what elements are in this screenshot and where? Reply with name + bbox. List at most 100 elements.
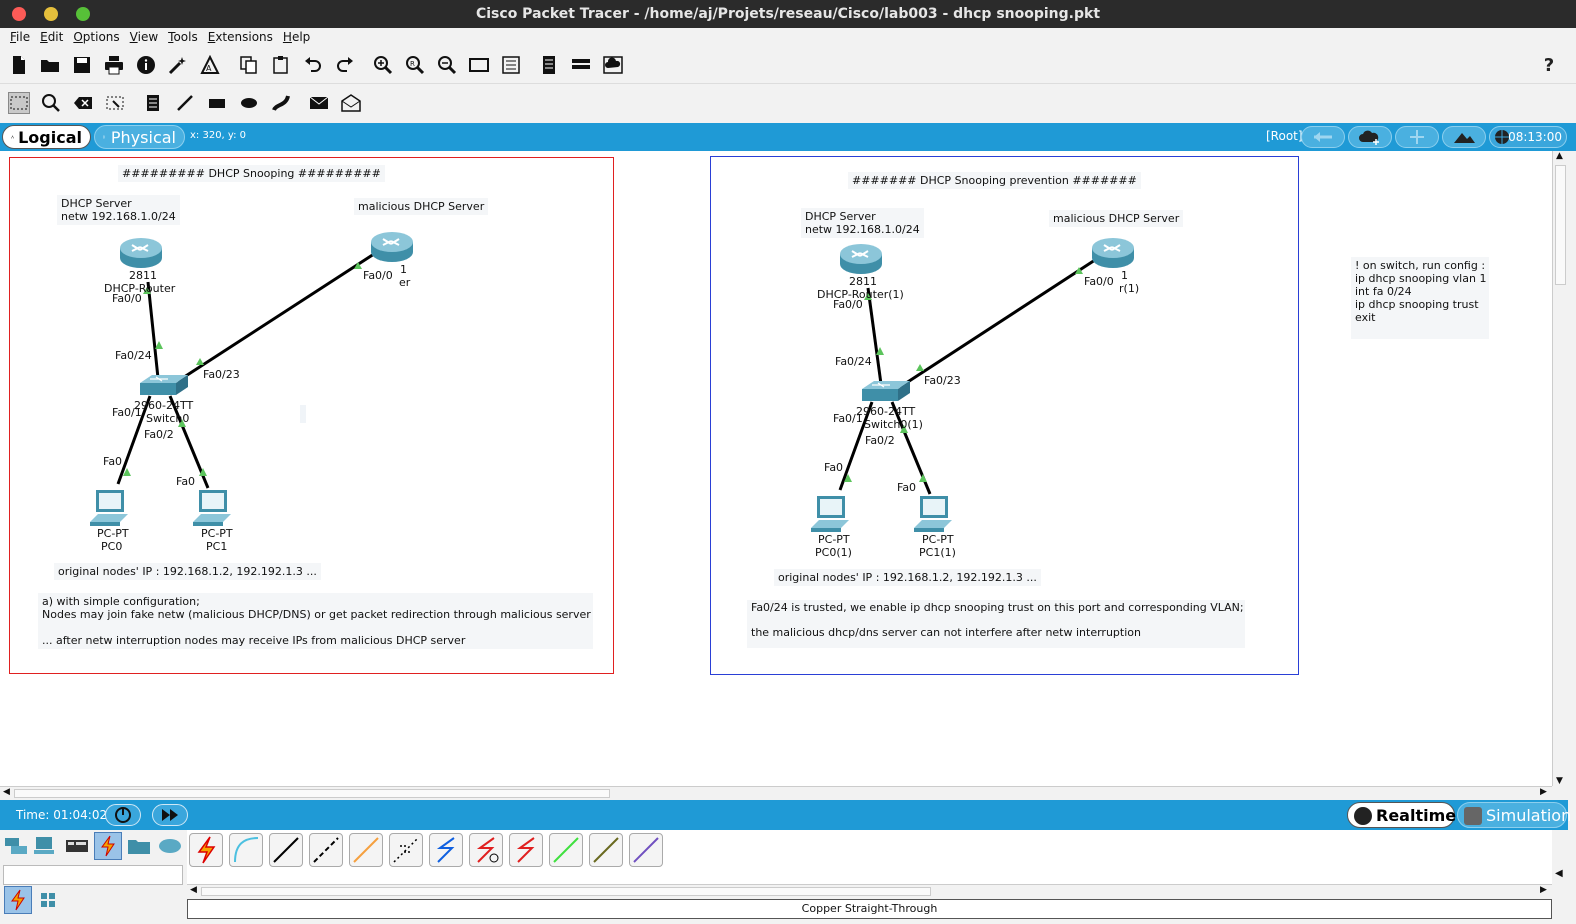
scroll-right-icon[interactable]: ▶ bbox=[1540, 885, 1547, 895]
move-object-button[interactable] bbox=[1395, 126, 1439, 148]
custom-devices-dialog-icon[interactable] bbox=[500, 54, 522, 76]
new-cluster-button[interactable] bbox=[1348, 126, 1392, 148]
coaxial-cable-icon[interactable] bbox=[429, 833, 463, 867]
logical-workspace[interactable]: ######### DHCP Snooping ######### DHCP S… bbox=[0, 151, 1552, 786]
router-icon[interactable] bbox=[838, 242, 884, 279]
redo-icon[interactable] bbox=[334, 54, 356, 76]
paste-icon[interactable] bbox=[270, 54, 292, 76]
miscellaneous-icon[interactable] bbox=[125, 832, 153, 860]
undo-icon[interactable] bbox=[302, 54, 324, 76]
menu-extensions[interactable]: Extensions bbox=[203, 28, 278, 46]
viewport-clock[interactable]: 08:13:00 bbox=[1489, 126, 1567, 148]
device-search-field[interactable] bbox=[3, 865, 183, 885]
panel-collapse-icon[interactable]: ◀ bbox=[1555, 868, 1563, 879]
place-note-icon[interactable] bbox=[142, 92, 164, 114]
fiber-icon[interactable] bbox=[349, 833, 383, 867]
octal-cable-icon[interactable] bbox=[549, 833, 583, 867]
copper-cross-over-icon[interactable] bbox=[309, 833, 343, 867]
menu-options[interactable]: Options bbox=[68, 28, 124, 46]
scroll-up-icon[interactable]: ▲ bbox=[1556, 151, 1563, 161]
scrollbar-thumb[interactable] bbox=[14, 789, 610, 798]
activity-wizard-icon[interactable] bbox=[167, 54, 189, 76]
cable-list-scrollbar[interactable]: ◀ ▶ bbox=[187, 884, 1552, 898]
right-dhcp-server-note[interactable]: DHCP Server netw 192.168.1.0/24 bbox=[801, 208, 924, 238]
scroll-left-icon[interactable]: ◀ bbox=[190, 885, 197, 895]
menu-edit[interactable]: Edit bbox=[35, 28, 68, 46]
add-complex-pdu-icon[interactable] bbox=[340, 92, 362, 114]
zoom-in-icon[interactable] bbox=[372, 54, 394, 76]
menu-file[interactable]: File bbox=[5, 28, 35, 46]
multiuser-icon[interactable] bbox=[156, 832, 184, 860]
power-cycle-button[interactable] bbox=[105, 804, 141, 826]
serial-dce-icon[interactable] bbox=[469, 833, 503, 867]
resize-shape-icon[interactable] bbox=[104, 92, 126, 114]
save-icon[interactable] bbox=[71, 54, 93, 76]
back-button[interactable] bbox=[1301, 126, 1345, 148]
maximize-window-button[interactable] bbox=[76, 7, 90, 21]
left-description-note[interactable]: a) with simple configuration; Nodes may … bbox=[38, 593, 593, 649]
scrollbar-thumb[interactable] bbox=[201, 887, 931, 896]
pc-icon[interactable] bbox=[90, 488, 134, 531]
fast-forward-button[interactable] bbox=[152, 804, 188, 826]
right-description-note[interactable]: Fa0/24 is trusted, we enable ip dhcp sno… bbox=[747, 600, 1245, 648]
select-icon[interactable] bbox=[8, 92, 30, 114]
right-ip-note[interactable]: original nodes' IP : 192.168.1.2, 192.19… bbox=[774, 569, 1041, 586]
help-button[interactable]: ? bbox=[1538, 54, 1560, 76]
pdu-list-icon[interactable] bbox=[538, 54, 560, 76]
phone-cable-icon[interactable] bbox=[389, 833, 423, 867]
draw-line-icon[interactable] bbox=[174, 92, 196, 114]
iot-custom-cable-icon[interactable] bbox=[589, 833, 623, 867]
console-cable-icon[interactable] bbox=[229, 833, 263, 867]
end-devices-icon[interactable] bbox=[32, 832, 60, 860]
freeform-draw-icon[interactable] bbox=[270, 92, 292, 114]
close-window-button[interactable] bbox=[12, 7, 26, 21]
switch-config-note[interactable]: ! on switch, run config : ip dhcp snoopi… bbox=[1351, 257, 1489, 339]
router-icon[interactable] bbox=[1090, 236, 1136, 273]
pc-icon[interactable] bbox=[193, 488, 237, 531]
workspace-horizontal-scrollbar[interactable]: ◀ ▶ bbox=[0, 786, 1552, 800]
set-background-button[interactable] bbox=[1442, 126, 1486, 148]
scroll-down-icon[interactable]: ▼ bbox=[1556, 776, 1563, 786]
left-malicious-note[interactable]: malicious DHCP Server bbox=[354, 198, 489, 215]
drawing-palette-icon[interactable] bbox=[468, 54, 490, 76]
empty-note[interactable] bbox=[300, 405, 306, 423]
switch-icon[interactable] bbox=[860, 379, 912, 408]
pc-icon[interactable] bbox=[811, 494, 855, 537]
tab-logical[interactable]: Logical bbox=[2, 125, 91, 149]
simulation-mode-button[interactable]: Simulation bbox=[1457, 802, 1571, 828]
components-icon[interactable] bbox=[63, 832, 91, 860]
copy-icon[interactable] bbox=[238, 54, 260, 76]
copper-straight-through-icon[interactable] bbox=[269, 833, 303, 867]
connections-subcategory-icon[interactable] bbox=[4, 886, 32, 914]
router-icon[interactable] bbox=[369, 230, 415, 267]
right-title-note[interactable]: ####### DHCP Snooping prevention ####### bbox=[848, 172, 1141, 189]
left-dhcp-server-note[interactable]: DHCP Server netw 192.168.1.0/24 bbox=[57, 195, 180, 225]
new-file-icon[interactable] bbox=[8, 54, 30, 76]
connections-icon[interactable] bbox=[94, 832, 122, 860]
draw-rectangle-icon[interactable] bbox=[206, 92, 228, 114]
network-devices-icon[interactable] bbox=[2, 832, 30, 860]
right-malicious-note[interactable]: malicious DHCP Server bbox=[1049, 210, 1184, 227]
usb-cable-icon[interactable] bbox=[629, 833, 663, 867]
custom-device-icon[interactable]: A bbox=[199, 54, 221, 76]
inspect-icon[interactable] bbox=[40, 92, 62, 114]
zoom-reset-icon[interactable]: R bbox=[404, 54, 426, 76]
scrollbar-thumb[interactable] bbox=[1555, 165, 1566, 285]
info-icon[interactable] bbox=[135, 54, 157, 76]
workspace-vertical-scrollbar[interactable]: ▲ ▼ bbox=[1552, 151, 1568, 786]
tab-physical[interactable]: Physical bbox=[94, 125, 185, 149]
serial-dte-icon[interactable] bbox=[509, 833, 543, 867]
scroll-left-icon[interactable]: ◀ bbox=[3, 787, 10, 797]
print-icon[interactable] bbox=[103, 54, 125, 76]
left-ip-note[interactable]: original nodes' IP : 192.168.1.2, 192.19… bbox=[54, 563, 321, 580]
grid-view-icon[interactable] bbox=[40, 892, 56, 908]
pc-icon[interactable] bbox=[914, 494, 958, 537]
automatic-cable-icon[interactable] bbox=[189, 833, 223, 867]
add-simple-pdu-icon[interactable] bbox=[308, 92, 330, 114]
router-icon[interactable] bbox=[118, 236, 164, 273]
scroll-right-icon[interactable]: ▶ bbox=[1540, 787, 1547, 797]
menu-tools[interactable]: Tools bbox=[163, 28, 203, 46]
minimize-window-button[interactable] bbox=[44, 7, 58, 21]
left-title-note[interactable]: ######### DHCP Snooping ######### bbox=[118, 165, 385, 182]
draw-ellipse-icon[interactable] bbox=[238, 92, 260, 114]
